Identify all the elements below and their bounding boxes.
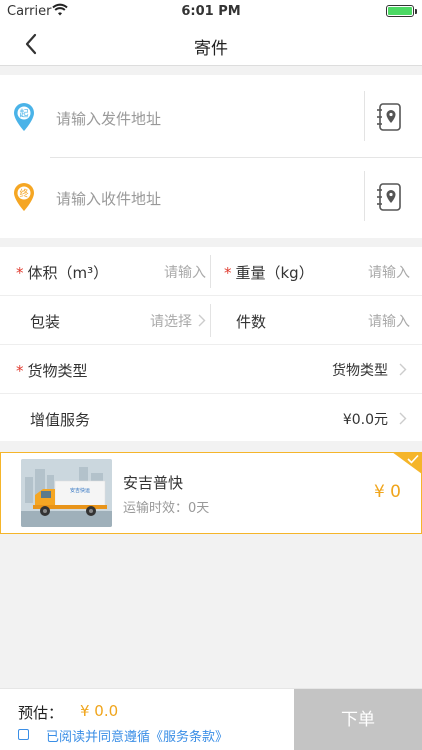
divider	[364, 91, 365, 141]
carrier-eta: 运输时效：0天	[123, 501, 210, 516]
estimate-label: 预估：	[18, 704, 64, 722]
receiver-pin-icon: 终	[14, 183, 34, 211]
address-book-icon[interactable]	[376, 102, 402, 132]
receiver-address-input[interactable]: 请输入收件地址	[56, 188, 161, 209]
bottom-bar: 预估： ¥ 0.0 已阅读并同意遵循《服务条款》 下单	[0, 688, 422, 750]
address-book-icon[interactable]	[376, 182, 402, 212]
divider	[210, 255, 211, 288]
receiver-badge: 终	[19, 188, 28, 200]
weight-input[interactable]: 请输入	[368, 262, 410, 282]
truck-logo: 安吉快运	[70, 487, 90, 494]
clock: 6:01 PM	[181, 4, 241, 19]
carrier-option-card[interactable]: 安吉快运 安吉普快 运输时效：0天 ¥ 0	[0, 452, 422, 534]
packaging-label: 包装	[30, 313, 61, 331]
address-panel: 起 请输入发件地址 终 请输入收件地址	[0, 75, 422, 238]
chevron-right-icon	[399, 412, 407, 425]
goods-type-row[interactable]: * 货物类型 货物类型	[0, 345, 422, 394]
place-order-button[interactable]: 下单	[294, 689, 422, 750]
sender-badge: 起	[19, 109, 28, 120]
goods-type-value: 货物类型	[332, 363, 388, 379]
carrier-price: ¥ 0	[373, 482, 401, 502]
chevron-right-icon	[399, 363, 407, 376]
battery-icon	[386, 5, 417, 17]
terms-checkbox[interactable]	[18, 729, 29, 740]
shipment-form: * 体积（m³） 请输入 * 重量（kg） 请输入 包装 请选择 件数 请输入 * 货…	[0, 247, 422, 441]
sender-address-row[interactable]: 起 请输入发件地址	[0, 75, 422, 157]
divider	[364, 171, 365, 221]
page-title: 寄件	[194, 39, 228, 59]
count-label: 件数	[236, 313, 267, 331]
value-added-label: 增值服务	[30, 411, 91, 429]
estimate-value: ¥ 0.0	[80, 702, 119, 720]
navigation-bar: 寄件	[0, 22, 422, 66]
packaging-select[interactable]: 请选择	[150, 311, 192, 331]
packaging-count-row: 包装 请选择 件数 请输入	[0, 296, 422, 345]
chevron-right-icon	[198, 314, 206, 327]
goods-type-label: * 货物类型	[16, 362, 88, 380]
weight-label: * 重量（kg）	[224, 264, 314, 282]
volume-weight-row: * 体积（m³） 请输入 * 重量（kg） 请输入	[0, 247, 422, 296]
value-added-row[interactable]: 增值服务 ¥0.0元	[0, 394, 422, 443]
divider	[210, 304, 211, 337]
carrier-name: 安吉普快	[123, 474, 184, 492]
sender-pin-icon: 起	[14, 103, 34, 131]
sender-address-input[interactable]: 请输入发件地址	[56, 108, 161, 129]
selected-check-icon	[392, 452, 422, 474]
receiver-address-row[interactable]: 终 请输入收件地址	[0, 157, 422, 239]
volume-label: * 体积（m³）	[16, 264, 109, 282]
count-input[interactable]: 请输入	[368, 311, 410, 331]
value-added-value: ¥0.0元	[342, 412, 388, 428]
status-bar: Carrier 6:01 PM	[0, 0, 422, 22]
terms-link[interactable]: 已阅读并同意遵循《服务条款》	[46, 726, 228, 745]
volume-input[interactable]: 请输入	[164, 262, 206, 282]
truck-thumbnail: 安吉快运	[21, 459, 112, 527]
